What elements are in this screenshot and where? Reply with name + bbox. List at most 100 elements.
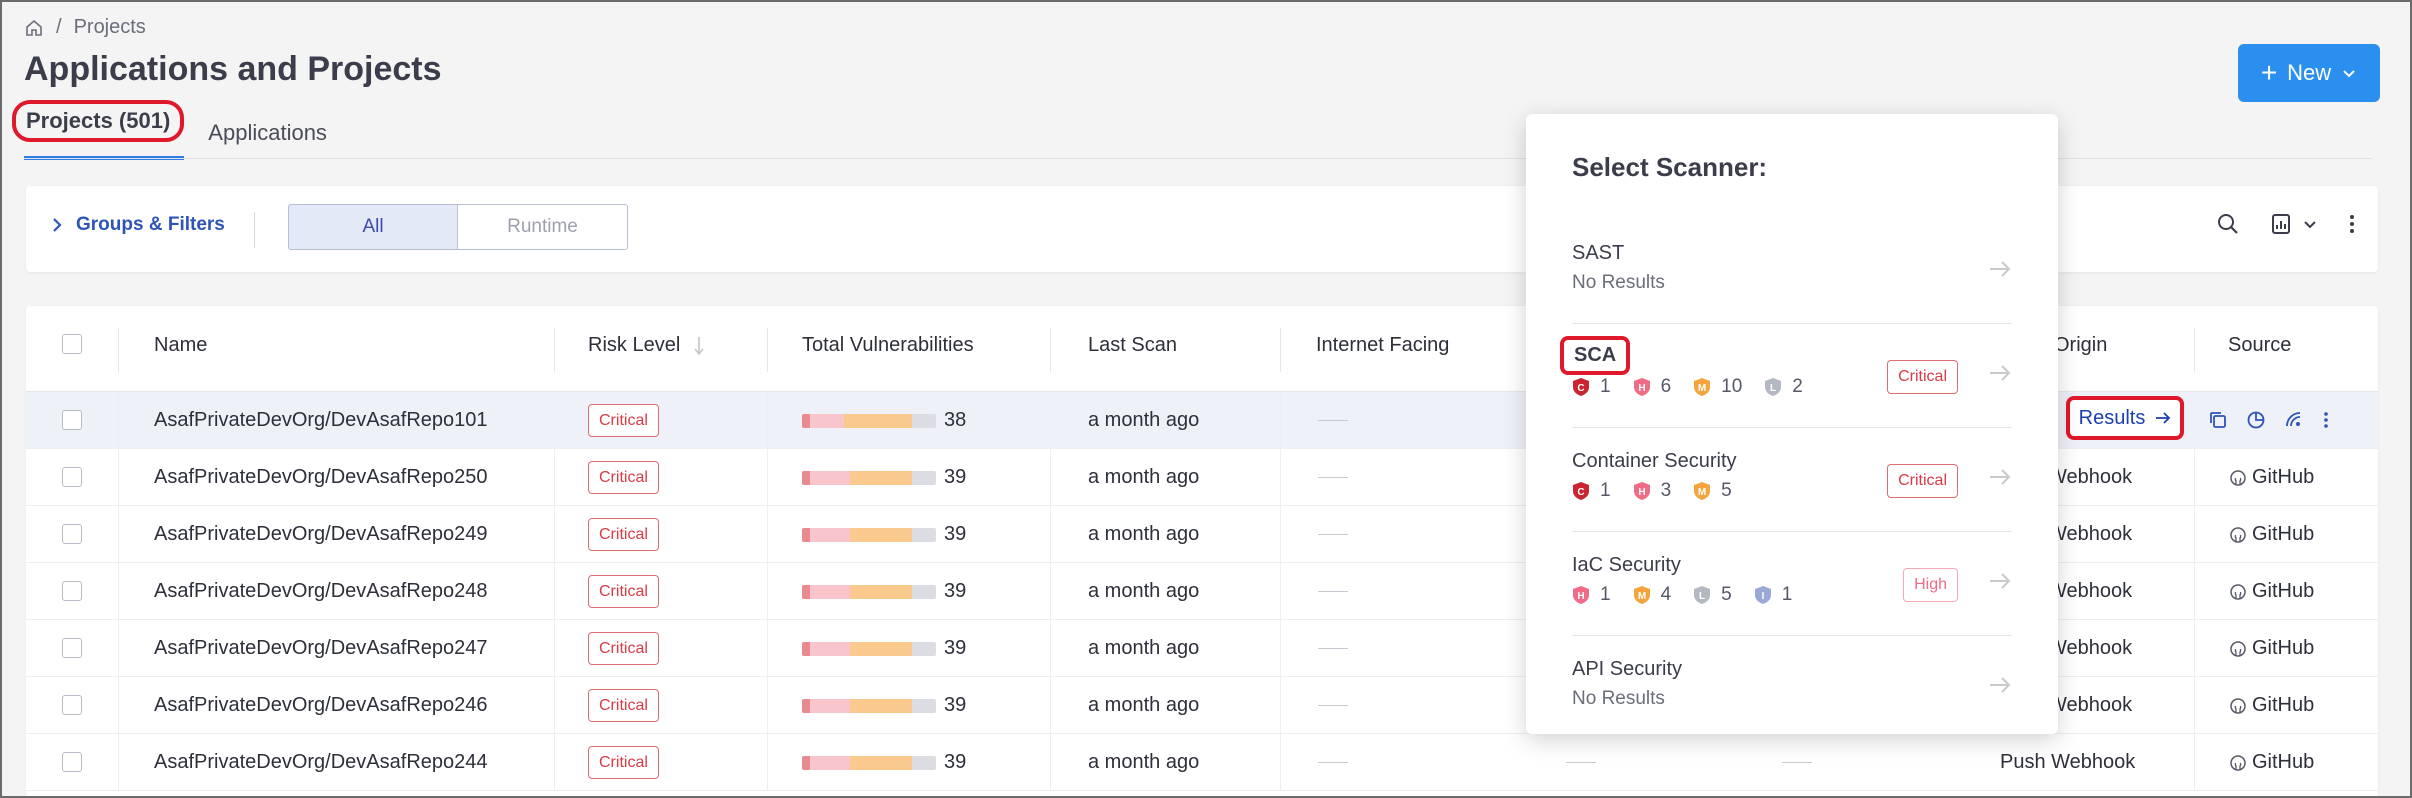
risk-badge: Critical <box>588 746 659 779</box>
column-divider <box>1280 734 1281 791</box>
row-checkbox[interactable] <box>62 695 82 715</box>
project-name[interactable]: AsafPrivateDevOrg/DevAsafRepo246 <box>154 694 488 717</box>
tab-projects[interactable]: Projects (501) <box>12 100 185 160</box>
column-divider <box>118 506 119 563</box>
critical-shield-icon: C <box>1573 378 1589 396</box>
row-checkbox[interactable] <box>62 752 82 772</box>
header-origin[interactable]: Origin <box>2054 334 2107 357</box>
project-name[interactable]: AsafPrivateDevOrg/DevAsafRepo244 <box>154 751 488 774</box>
column-divider <box>767 328 768 372</box>
last-scan: a month ago <box>1088 409 1200 431</box>
severity-counts: C1 H3 M5 <box>1572 480 1744 502</box>
scanner-option-api-security[interactable]: API Security No Results <box>1572 636 2012 740</box>
column-divider <box>1050 328 1051 372</box>
select-all-checkbox[interactable] <box>62 334 82 354</box>
segment-runtime[interactable]: Runtime <box>458 204 628 250</box>
scanner-name: SAST <box>1572 242 1625 264</box>
more-vertical-icon[interactable] <box>2322 410 2330 430</box>
last-scan: a month ago <box>1088 580 1200 602</box>
more-vertical-icon[interactable] <box>2348 212 2356 236</box>
github-icon <box>2230 640 2246 657</box>
header-last-scan[interactable]: Last Scan <box>1088 334 1177 357</box>
risk-badge: Critical <box>588 518 659 551</box>
column-divider <box>118 734 119 791</box>
column-divider <box>767 563 768 620</box>
column-divider <box>118 677 119 734</box>
source: GitHub <box>2230 466 2314 489</box>
row-checkbox[interactable] <box>62 410 82 430</box>
breadcrumb-current[interactable]: Projects <box>74 16 146 39</box>
row-checkbox[interactable] <box>62 581 82 601</box>
project-name[interactable]: AsafPrivateDevOrg/DevAsafRepo101 <box>154 409 488 432</box>
internet-facing-empty <box>1318 591 1348 592</box>
source-label: GitHub <box>2252 523 2315 545</box>
low-shield-icon: L <box>1694 586 1711 604</box>
scanner-name: Container Security <box>1572 450 1737 472</box>
plus-icon: + <box>2260 57 2278 88</box>
github-icon <box>2230 697 2246 714</box>
count-info: I1 <box>1754 584 1792 606</box>
svg-text:H: H <box>1638 487 1645 498</box>
signal-icon[interactable] <box>2284 410 2304 430</box>
scanner-option-sast[interactable]: SAST No Results <box>1572 220 2012 324</box>
scanner-option-container-security[interactable]: Container Security C1 H3 M5 Critical <box>1572 428 2012 532</box>
column-empty <box>1566 762 1596 763</box>
column-divider <box>1280 328 1281 372</box>
medium-shield-icon: M <box>1694 482 1711 500</box>
tab-applications[interactable]: Applications <box>208 120 327 160</box>
column-divider <box>767 506 768 563</box>
table-row[interactable]: AsafPrivateDevOrg/DevAsafRepo244 Critica… <box>26 734 2378 791</box>
scanner-status: No Results <box>1572 272 1665 293</box>
source-label: GitHub <box>2252 637 2315 659</box>
results-button[interactable]: Results <box>2066 396 2184 440</box>
header-internet-facing[interactable]: Internet Facing <box>1316 334 1449 357</box>
column-divider <box>118 563 119 620</box>
row-checkbox[interactable] <box>62 638 82 658</box>
medium-shield-icon: M <box>1694 378 1711 396</box>
column-empty <box>1782 762 1812 763</box>
risk-badge: Critical <box>1887 464 1958 498</box>
scanner-option-iac-security[interactable]: IaC Security H1 M4 L5 I1 High <box>1572 532 2012 636</box>
vulnerability-count: 39 <box>944 580 967 602</box>
arrow-right-icon <box>1988 258 2012 280</box>
vulnerability-bar <box>802 642 936 656</box>
column-divider <box>767 620 768 677</box>
column-divider <box>118 620 119 677</box>
header-risk-label: Risk Level <box>588 334 681 356</box>
export-menu[interactable] <box>2270 212 2318 236</box>
column-divider <box>1280 677 1281 734</box>
github-icon <box>2230 469 2246 486</box>
project-name[interactable]: AsafPrivateDevOrg/DevAsafRepo249 <box>154 523 488 546</box>
row-actions <box>2208 410 2330 430</box>
vulnerability-bar <box>802 471 936 485</box>
column-divider <box>1280 506 1281 563</box>
groups-filters-label: Groups & Filters <box>76 214 225 235</box>
risk-badge: Critical <box>588 404 659 437</box>
internet-facing-empty <box>1318 762 1348 763</box>
project-name[interactable]: AsafPrivateDevOrg/DevAsafRepo250 <box>154 466 488 489</box>
column-divider <box>1050 620 1051 677</box>
column-divider <box>2194 734 2195 791</box>
header-risk-level[interactable]: Risk Level <box>588 334 704 357</box>
column-divider <box>2194 506 2195 563</box>
groups-filters-toggle[interactable]: Groups & Filters <box>50 214 225 236</box>
chevron-down-icon <box>2304 221 2316 229</box>
high-shield-icon: H <box>1633 482 1650 500</box>
page-title: Applications and Projects <box>24 50 442 88</box>
project-name[interactable]: AsafPrivateDevOrg/DevAsafRepo247 <box>154 637 488 660</box>
row-checkbox[interactable] <box>62 467 82 487</box>
pie-chart-icon[interactable] <box>2246 410 2266 430</box>
row-checkbox[interactable] <box>62 524 82 544</box>
header-total-vulnerabilities[interactable]: Total Vulnerabilities <box>802 334 974 357</box>
home-icon[interactable] <box>24 18 44 38</box>
segment-all[interactable]: All <box>288 204 458 250</box>
scanner-option-sca[interactable]: SCA C1 H6 M 10 L2 Critical <box>1560 324 2012 428</box>
header-source[interactable]: Source <box>2228 334 2291 357</box>
header-name[interactable]: Name <box>154 334 207 357</box>
new-button[interactable]: + New <box>2238 44 2380 102</box>
internet-facing-empty <box>1318 534 1348 535</box>
report-icon <box>2272 214 2290 234</box>
copy-icon[interactable] <box>2208 410 2228 430</box>
project-name[interactable]: AsafPrivateDevOrg/DevAsafRepo248 <box>154 580 488 603</box>
search-icon[interactable] <box>2216 212 2240 236</box>
